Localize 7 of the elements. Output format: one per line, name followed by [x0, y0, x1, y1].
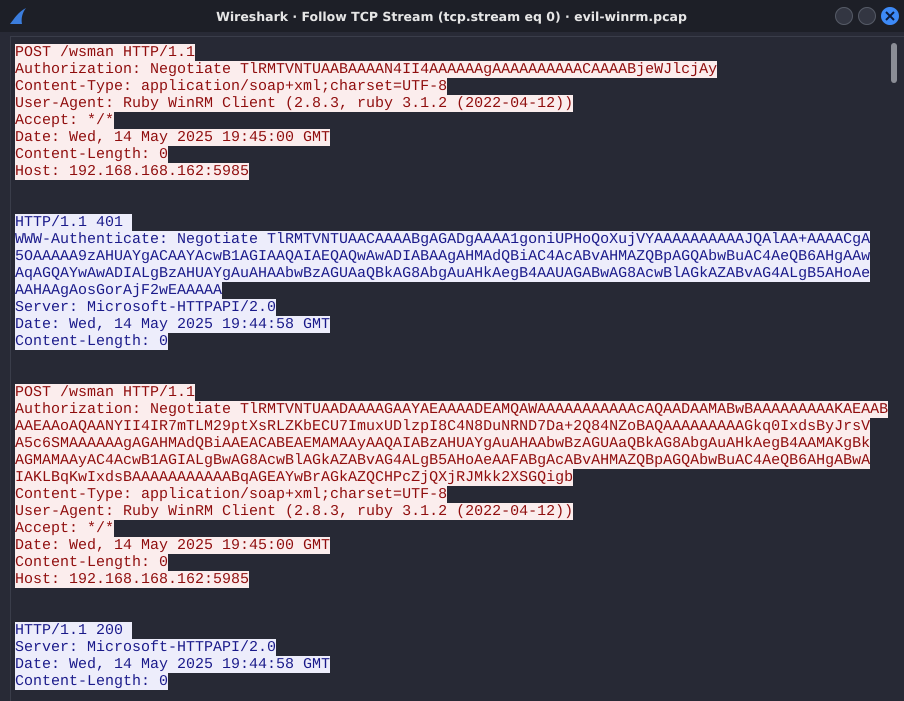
minimize-button[interactable]: [835, 7, 853, 25]
scrollbar-thumb[interactable]: [891, 43, 898, 83]
shark-fin-icon: [8, 7, 28, 25]
close-icon: [885, 11, 895, 21]
window-title: Wireshark · Follow TCP Stream (tcp.stream eq 0) · evil-winrm.pcap: [215, 8, 688, 24]
close-button[interactable]: [881, 7, 899, 25]
maximize-button[interactable]: [858, 7, 876, 25]
